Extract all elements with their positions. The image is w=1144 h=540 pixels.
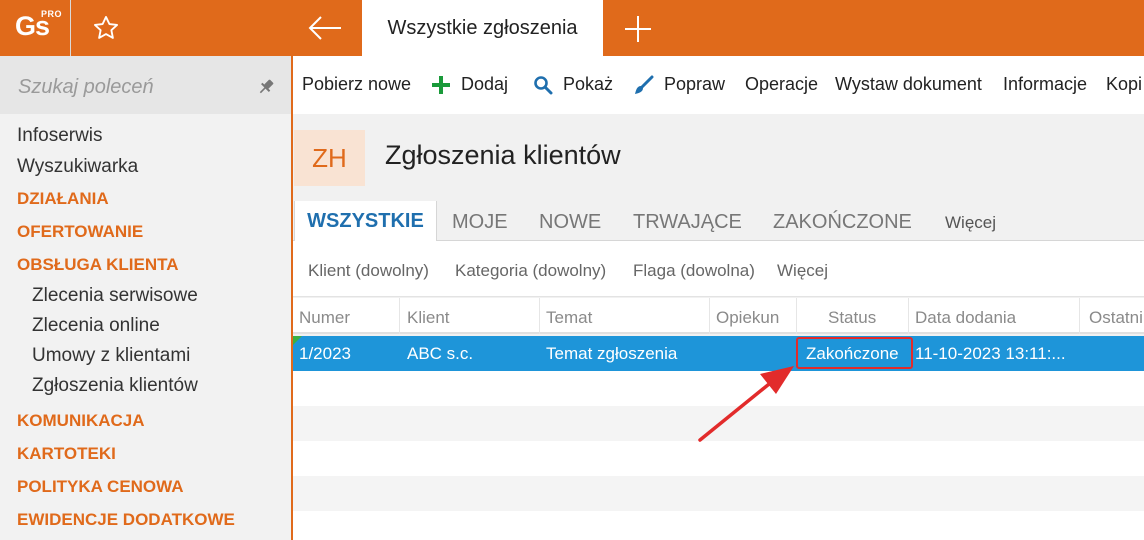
new-tab-plus-icon[interactable]	[622, 13, 654, 45]
empty-row	[293, 476, 1144, 511]
sidebar-section-ewidencje[interactable]: EWIDENCJE DODATKOWE	[17, 510, 235, 530]
edit-button[interactable]: Popraw	[634, 74, 725, 95]
column-divider	[796, 298, 797, 334]
empty-row	[293, 511, 1144, 540]
sidebar-section-polityka-cenowa[interactable]: POLITYKA CENOWA	[17, 477, 184, 497]
sidebar-item-umowy[interactable]: Umowy z klientami	[32, 345, 190, 367]
tab-wszystkie[interactable]: WSZYSTKIE	[294, 201, 437, 242]
cell-date-added: 11-10-2023 13:11:...	[915, 344, 1066, 363]
fetch-new-label: Pobierz nowe	[302, 74, 412, 94]
page-title: Zgłoszenia klientów	[385, 140, 621, 170]
sidebar-item-zgloszenia-klientow[interactable]: Zgłoszenia klientów	[32, 375, 198, 397]
column-header-subject[interactable]: Temat	[546, 308, 592, 328]
show-label: Pokaż	[563, 74, 614, 94]
column-header-number[interactable]: Numer	[299, 308, 350, 328]
sidebar-item-wyszukiwarka[interactable]: Wyszukiwarka	[17, 156, 138, 178]
search-input[interactable]	[18, 74, 248, 100]
filter-category[interactable]: Kategoria (dowolny)	[455, 261, 606, 281]
tab-more[interactable]: Więcej	[945, 213, 996, 233]
issue-document-label: Wystaw dokument	[835, 74, 982, 94]
edit-label: Popraw	[664, 74, 726, 94]
sidebar-section-kartoteki[interactable]: KARTOTEKI	[17, 444, 116, 464]
cell-client: ABC s.c.	[407, 344, 474, 363]
page-code-badge: ZH	[294, 130, 365, 186]
tab-trwajace[interactable]: TRWAJĄCE	[633, 211, 742, 234]
plus-icon	[432, 75, 450, 94]
cell-subject: Temat zgłoszenia	[546, 344, 678, 363]
tab-nowe[interactable]: NOWE	[539, 211, 601, 234]
issue-document-button[interactable]: Wystaw dokument	[835, 74, 982, 95]
command-search	[0, 56, 291, 114]
column-header-date-added[interactable]: Data dodania	[915, 308, 1016, 328]
show-button[interactable]: Pokaż	[533, 74, 613, 95]
search-icon	[534, 75, 553, 94]
sidebar-section-dzialania[interactable]: DZIAŁANIA	[17, 189, 109, 209]
filter-client[interactable]: Klient (dowolny)	[308, 261, 429, 281]
filter-more[interactable]: Więcej	[777, 261, 828, 281]
brush-icon	[635, 75, 654, 94]
filter-tabs: WSZYSTKIE MOJE NOWE TRWAJĄCE ZAKOŃCZONE …	[293, 201, 1144, 242]
filters-bar: Klient (dowolny) Kategoria (dowolny) Fla…	[293, 241, 1144, 297]
sidebar-item-zlecenia-online[interactable]: Zlecenia online	[32, 315, 160, 337]
information-label: Informacje	[1003, 74, 1088, 94]
column-header-status[interactable]: Status	[828, 308, 876, 328]
operations-label: Operacje	[745, 74, 819, 94]
copy-label: Kopi	[1106, 74, 1143, 94]
cell-number: 1/2023	[299, 344, 351, 363]
sidebar-section-komunikacja[interactable]: KOMUNIKACJA	[17, 411, 145, 431]
filter-flag[interactable]: Flaga (dowolna)	[633, 261, 755, 281]
sidebar-section-ofertowanie[interactable]: OFERTOWANIE	[17, 222, 143, 242]
app-logo[interactable]: Gs PRO	[0, 0, 70, 56]
annotation-arrow-icon	[698, 366, 794, 442]
column-header-last[interactable]: Ostatni	[1089, 308, 1143, 328]
sidebar-section-obsluga-klienta[interactable]: OBSŁUGA KLIENTA	[17, 255, 179, 275]
copy-button[interactable]: Kopi	[1106, 74, 1142, 95]
add-button[interactable]: Dodaj	[431, 74, 508, 95]
column-divider	[1079, 298, 1080, 334]
logo-divider	[70, 0, 71, 56]
column-header-owner[interactable]: Opiekun	[716, 308, 779, 328]
information-button[interactable]: Informacje	[1003, 74, 1087, 95]
column-header-client[interactable]: Klient	[407, 308, 450, 328]
sidebar-item-zlecenia-serwisowe[interactable]: Zlecenia serwisowe	[32, 285, 198, 307]
star-icon[interactable]	[92, 14, 120, 42]
logo-pro-badge: PRO	[41, 9, 63, 19]
add-label: Dodaj	[461, 74, 509, 94]
fetch-new-button[interactable]: Pobierz nowe	[302, 74, 411, 95]
column-divider	[709, 298, 710, 334]
tab-zakonczone[interactable]: ZAKOŃCZONE	[773, 211, 912, 234]
column-divider	[908, 298, 909, 334]
sidebar-item-infoserwis[interactable]: Infoserwis	[17, 125, 103, 147]
grid-header: Numer Klient Temat Opiekun Status Data d…	[293, 298, 1144, 334]
back-arrow-icon[interactable]	[305, 12, 345, 44]
tab-moje[interactable]: MOJE	[452, 211, 508, 234]
pin-icon[interactable]	[256, 77, 276, 97]
toolbar: Pobierz nowe Dodaj Pokaż Popraw Operacje…	[293, 56, 1144, 114]
tab-all-requests[interactable]: Wszystkie zgłoszenia	[362, 0, 603, 56]
status-highlight-box	[796, 337, 913, 369]
column-divider	[539, 298, 540, 334]
operations-button[interactable]: Operacje	[745, 74, 818, 95]
column-divider	[399, 298, 400, 334]
